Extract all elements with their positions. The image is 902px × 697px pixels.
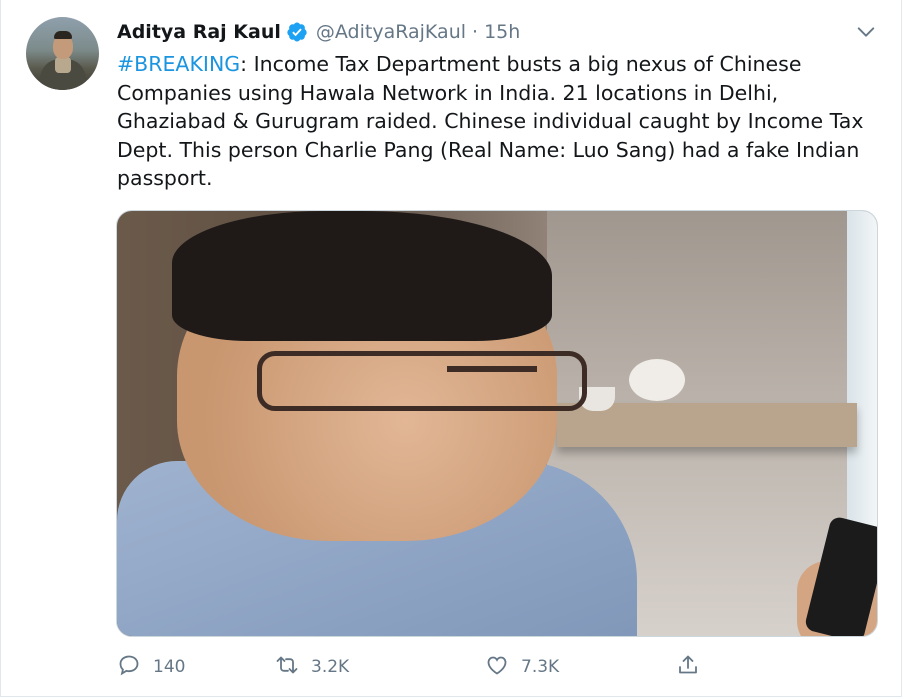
avatar[interactable] (26, 17, 99, 90)
tweet-header: Aditya Raj Kaul @AdityaRajKaul · 15h (117, 17, 520, 47)
retweet-icon (275, 653, 299, 682)
author-name[interactable]: Aditya Raj Kaul (117, 21, 281, 43)
share-icon (676, 653, 700, 682)
avatar-hair-shape (54, 31, 72, 39)
verified-badge-icon (286, 21, 308, 43)
like-count: 7.3K (521, 657, 560, 677)
author-handle[interactable]: @AdityaRajKaul (316, 21, 466, 43)
photo-glasses-bridge-shape (447, 366, 537, 372)
separator-dot: · (472, 21, 479, 43)
retweet-count: 3.2K (311, 657, 350, 677)
photo-hair-shape (172, 211, 552, 341)
reply-icon (117, 653, 141, 682)
reply-button[interactable]: 140 (117, 652, 185, 682)
hashtag-link[interactable]: #BREAKING (117, 52, 240, 76)
tweet-text: #BREAKING: Income Tax Department busts a… (117, 50, 877, 193)
tweet-card[interactable]: Aditya Raj Kaul @AdityaRajKaul · 15h #BR… (0, 0, 902, 697)
photo-teapot-shape (629, 359, 685, 401)
avatar-scarf-shape (55, 57, 71, 73)
tweet-photo[interactable] (116, 210, 878, 637)
share-button[interactable] (676, 652, 700, 682)
heart-icon (485, 653, 509, 682)
retweet-button[interactable]: 3.2K (275, 652, 349, 682)
tweet-timestamp[interactable]: 15h (484, 21, 520, 43)
reply-count: 140 (153, 657, 186, 677)
like-button[interactable]: 7.3K (485, 652, 559, 682)
tweet-actions: 140 3.2K 7.3K (117, 652, 717, 682)
photo-glasses-shape (257, 351, 587, 411)
chevron-down-icon[interactable] (853, 19, 879, 45)
